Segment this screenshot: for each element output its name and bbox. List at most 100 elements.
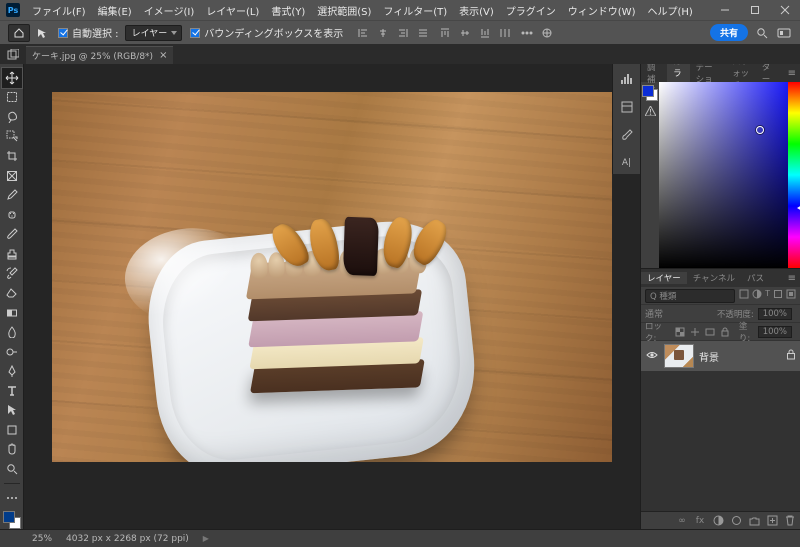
- edit-toolbar-button[interactable]: [2, 488, 22, 508]
- color-hue-strip[interactable]: [788, 82, 800, 268]
- align-right-icon[interactable]: [395, 25, 411, 41]
- filter-smart-icon[interactable]: [786, 289, 796, 302]
- align-hcenter-icon[interactable]: [375, 25, 391, 41]
- dock-brushes-icon[interactable]: [618, 126, 636, 144]
- dodge-tool[interactable]: [2, 342, 22, 362]
- share-button[interactable]: 共有: [710, 24, 748, 41]
- auto-select-target[interactable]: レイヤー: [125, 25, 183, 41]
- menu-type[interactable]: 書式(Y): [267, 3, 309, 18]
- eyedropper-tool[interactable]: [2, 185, 22, 205]
- status-info-arrow-icon[interactable]: ▶: [203, 534, 209, 543]
- more-options-icon[interactable]: [519, 25, 535, 41]
- tab-paths[interactable]: パス: [741, 272, 770, 284]
- auto-select-checkbox[interactable]: [58, 28, 68, 38]
- status-dimensions[interactable]: 4032 px x 2268 px (72 ppi): [66, 534, 189, 544]
- document-canvas[interactable]: [52, 92, 612, 462]
- stamp-tool[interactable]: [2, 244, 22, 264]
- threed-mode-icon[interactable]: [539, 25, 555, 41]
- align-justify-icon[interactable]: [415, 25, 431, 41]
- layer-visibility-icon[interactable]: [645, 350, 659, 363]
- marquee-tool[interactable]: [2, 88, 22, 108]
- search-icon[interactable]: [754, 25, 770, 41]
- new-layer-icon[interactable]: [766, 515, 778, 527]
- layers-panel-menu-icon[interactable]: ≡: [782, 273, 800, 284]
- quick-select-tool[interactable]: [2, 127, 22, 147]
- menu-view[interactable]: 表示(V): [455, 3, 498, 18]
- menu-help[interactable]: ヘルプ(H): [643, 3, 696, 18]
- lock-all-icon[interactable]: [720, 326, 731, 338]
- menu-window[interactable]: ウィンドウ(W): [564, 3, 640, 18]
- group-icon[interactable]: [748, 515, 760, 527]
- show-bbox-checkbox[interactable]: [190, 28, 200, 38]
- lock-position-icon[interactable]: [690, 326, 701, 338]
- menu-filter[interactable]: フィルター(T): [379, 3, 451, 18]
- pen-tool[interactable]: [2, 361, 22, 381]
- frame-toggle-button[interactable]: [4, 46, 22, 64]
- menu-select[interactable]: 選択範囲(S): [313, 3, 375, 18]
- lock-artboard-icon[interactable]: [705, 326, 716, 338]
- fill-value[interactable]: 100%: [758, 326, 792, 338]
- dock-character-icon[interactable]: A|: [618, 154, 636, 172]
- dock-properties-icon[interactable]: [618, 98, 636, 116]
- filter-type-icon[interactable]: T: [765, 289, 770, 302]
- crop-tool[interactable]: [2, 146, 22, 166]
- close-button[interactable]: [770, 0, 800, 20]
- color-panel-menu-icon[interactable]: ≡: [782, 68, 800, 79]
- lasso-tool[interactable]: [2, 107, 22, 127]
- type-tool[interactable]: [2, 381, 22, 401]
- zoom-tool[interactable]: [2, 459, 22, 479]
- distribute-h-icon[interactable]: [497, 25, 513, 41]
- filter-adjust-icon[interactable]: [752, 289, 762, 302]
- history-brush-tool[interactable]: [2, 264, 22, 284]
- gamut-warning-icon[interactable]: [644, 106, 656, 116]
- align-top-icon[interactable]: [437, 25, 453, 41]
- gradient-tool[interactable]: [2, 303, 22, 323]
- tool-preset-button[interactable]: [34, 24, 50, 42]
- color-panel-fgbg[interactable]: [643, 86, 657, 100]
- menu-edit[interactable]: 編集(E): [94, 3, 136, 18]
- layer-filter-input[interactable]: Q 種類: [645, 289, 735, 303]
- tab-layers[interactable]: レイヤー: [641, 272, 687, 284]
- shape-tool[interactable]: [2, 420, 22, 440]
- link-layers-icon[interactable]: ∞: [676, 515, 688, 527]
- canvas-area[interactable]: A|: [24, 64, 640, 529]
- layer-lock-icon[interactable]: [786, 349, 796, 363]
- path-select-tool[interactable]: [2, 401, 22, 421]
- foreground-color[interactable]: [3, 511, 15, 523]
- color-swatches[interactable]: [3, 511, 21, 529]
- document-tab[interactable]: ケーキ.jpg @ 25% (RGB/8*) ×: [26, 46, 173, 64]
- hand-tool[interactable]: [2, 440, 22, 460]
- layers-empty-area[interactable]: [641, 371, 800, 511]
- menu-layer[interactable]: レイヤー(L): [202, 3, 263, 18]
- mask-icon[interactable]: [712, 515, 724, 527]
- brush-tool[interactable]: [2, 225, 22, 245]
- filter-shape-icon[interactable]: [773, 289, 783, 302]
- layer-thumbnail[interactable]: [665, 345, 693, 367]
- cloud-docs-icon[interactable]: [776, 25, 792, 41]
- blur-tool[interactable]: [2, 322, 22, 342]
- minimize-button[interactable]: [710, 0, 740, 20]
- layer-row-background[interactable]: 背景: [641, 341, 800, 371]
- adjustment-layer-icon[interactable]: [730, 515, 742, 527]
- eraser-tool[interactable]: [2, 283, 22, 303]
- dock-histogram-icon[interactable]: [618, 70, 636, 88]
- trash-icon[interactable]: [784, 515, 796, 527]
- move-tool[interactable]: [2, 68, 22, 88]
- menu-image[interactable]: イメージ(I): [140, 3, 199, 18]
- align-left-icon[interactable]: [355, 25, 371, 41]
- home-button[interactable]: [8, 24, 30, 42]
- layer-name[interactable]: 背景: [699, 349, 719, 364]
- align-vcenter-icon[interactable]: [457, 25, 473, 41]
- fx-icon[interactable]: fx: [694, 515, 706, 527]
- lock-pixels-icon[interactable]: [675, 326, 686, 338]
- align-bottom-icon[interactable]: [477, 25, 493, 41]
- heal-tool[interactable]: [2, 205, 22, 225]
- filter-pixel-icon[interactable]: [739, 289, 749, 302]
- frame-tool[interactable]: [2, 166, 22, 186]
- color-sv-field[interactable]: [659, 82, 788, 268]
- blend-mode-select[interactable]: 通常: [645, 307, 663, 320]
- menu-file[interactable]: ファイル(F): [28, 3, 90, 18]
- color-sv-cursor[interactable]: [756, 126, 764, 134]
- maximize-button[interactable]: [740, 0, 770, 20]
- status-zoom[interactable]: 25%: [32, 534, 52, 544]
